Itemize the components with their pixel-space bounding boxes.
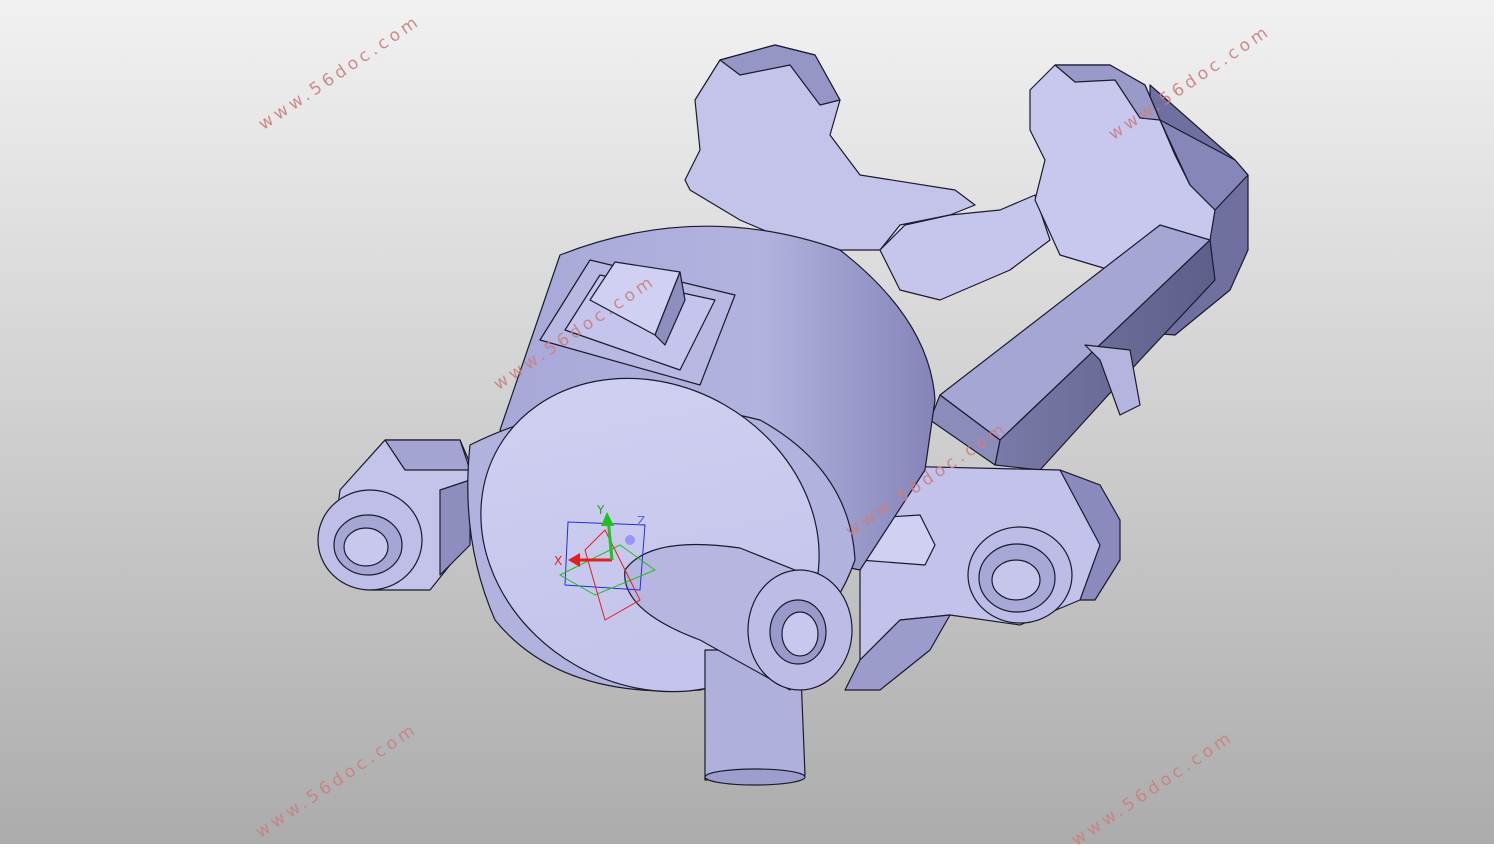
3d-viewport[interactable]: X Y Z www.56doc.com www.56doc.com www.56… <box>0 0 1494 851</box>
left-bushing[interactable] <box>317 489 423 591</box>
right-bushing[interactable] <box>967 526 1073 624</box>
y-axis-label: Y <box>596 503 605 517</box>
x-axis-label: X <box>554 554 562 568</box>
z-axis-label: Z <box>637 514 645 528</box>
caliper-model[interactable]: X Y Z <box>0 0 1494 844</box>
z-axis-point <box>625 535 635 545</box>
